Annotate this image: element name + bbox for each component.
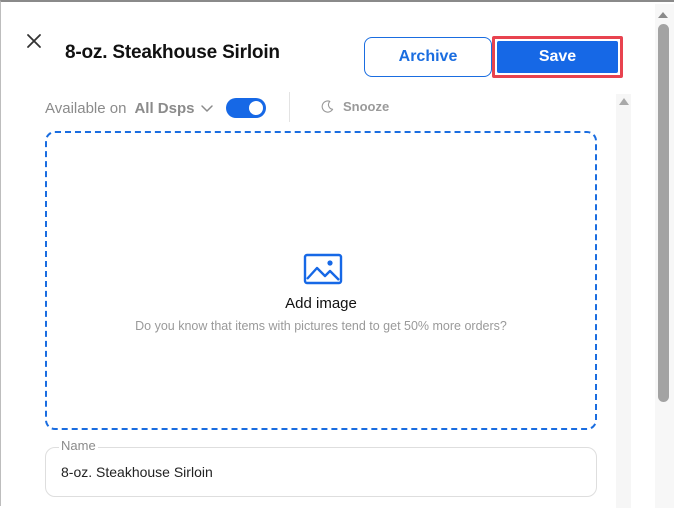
availability-row: Available on All Dsps (45, 96, 267, 120)
scroll-up-arrow-icon[interactable] (619, 98, 629, 105)
save-button[interactable]: Save (497, 41, 618, 73)
availability-toggle[interactable] (226, 98, 267, 118)
image-icon (303, 253, 343, 285)
snooze-label: Snooze (343, 99, 390, 114)
archive-button[interactable]: Archive (364, 37, 492, 77)
name-field[interactable] (45, 447, 597, 497)
divider (289, 92, 290, 122)
window-scrollbar-thumb[interactable] (658, 24, 669, 402)
name-label: Name (59, 438, 98, 453)
image-dropzone[interactable]: Add image Do you know that items with pi… (45, 131, 597, 430)
window-scroll-up-arrow-icon[interactable] (658, 12, 668, 18)
available-on-label: Available on (45, 99, 127, 117)
chevron-down-icon (201, 105, 214, 112)
edit-item-modal: 8-oz. Steakhouse Sirloin Archive Save Av… (0, 0, 674, 508)
close-icon[interactable] (25, 32, 43, 50)
dsps-value: All Dsps (134, 99, 195, 117)
add-image-hint: Do you know that items with pictures ten… (135, 319, 507, 333)
add-image-label: Add image (285, 295, 357, 312)
name-input[interactable] (61, 462, 561, 482)
moon-icon (321, 100, 334, 113)
toggle-knob (249, 101, 264, 115)
dsps-dropdown[interactable]: All Dsps (134, 100, 214, 117)
content-scrollbar[interactable] (616, 94, 631, 508)
page-title: 8-oz. Steakhouse Sirloin (65, 42, 280, 63)
snooze-button[interactable]: Snooze (321, 99, 389, 114)
